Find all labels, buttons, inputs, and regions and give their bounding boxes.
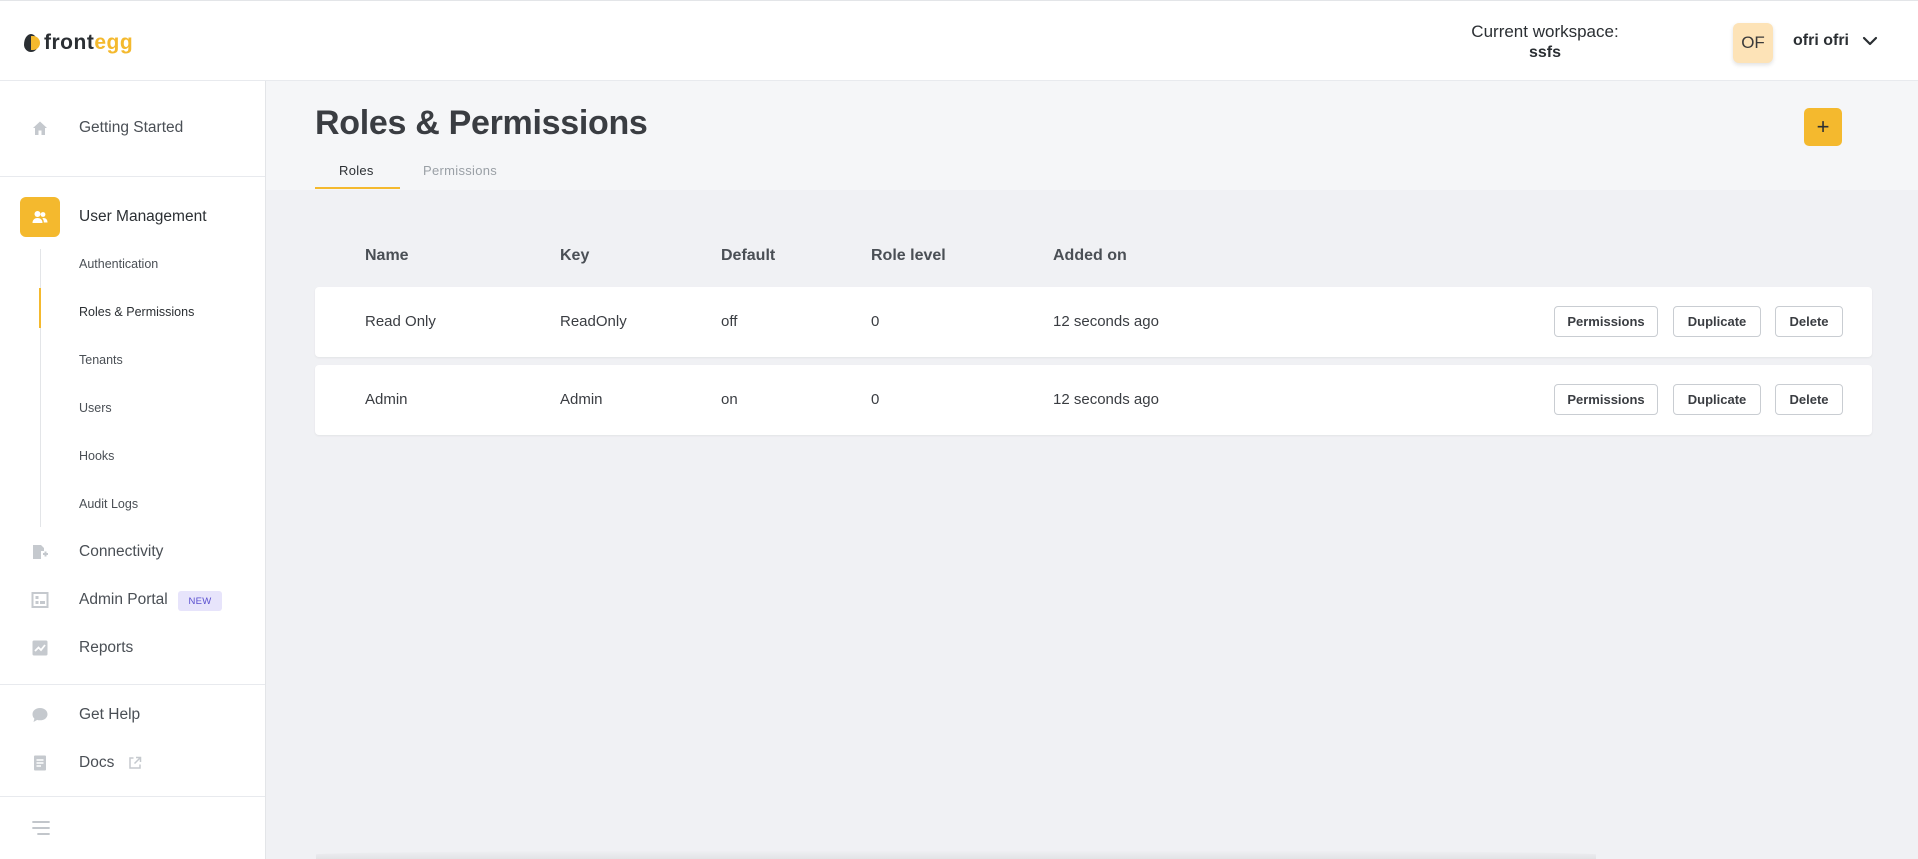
sidebar-item-label: Get Help — [79, 706, 141, 723]
reports-icon — [32, 640, 48, 656]
sidebar-item-getting-started[interactable]: Getting Started — [0, 108, 265, 148]
chat-bubble-icon — [32, 708, 48, 722]
cell-name: Admin — [365, 391, 408, 408]
delete-button[interactable]: Delete — [1775, 384, 1843, 415]
sidebar-subitem-authentication[interactable]: Authentication — [79, 257, 158, 271]
external-link-icon — [129, 756, 142, 769]
tab-roles[interactable]: Roles — [339, 163, 374, 178]
sidebar-item-label: Admin Portal — [79, 591, 168, 608]
duplicate-button[interactable]: Duplicate — [1673, 384, 1761, 415]
sidebar-item-docs[interactable]: Docs — [0, 743, 265, 783]
admin-portal-icon — [31, 592, 49, 608]
sidebar-item-label: Connectivity — [79, 543, 164, 560]
current-workspace[interactable]: Current workspace: ssfs — [1440, 21, 1650, 63]
sidebar-item-reports[interactable]: Reports — [0, 628, 265, 668]
cell-key: Admin — [560, 391, 603, 408]
users-icon — [20, 197, 60, 237]
cell-added-on: 12 seconds ago — [1053, 391, 1159, 408]
cell-role-level: 0 — [871, 313, 880, 330]
sidebar-subitem-audit-logs[interactable]: Audit Logs — [79, 497, 138, 511]
column-header-default[interactable]: Default — [721, 247, 775, 265]
new-badge: NEW — [178, 591, 222, 611]
sidebar-item-label: Reports — [79, 639, 134, 656]
username[interactable]: ofri ofri — [1793, 32, 1849, 50]
permissions-button[interactable]: Permissions — [1554, 384, 1658, 415]
cell-role-level: 0 — [871, 391, 880, 408]
cell-added-on: 12 seconds ago — [1053, 313, 1159, 330]
add-role-button[interactable]: + — [1804, 108, 1842, 146]
workspace-label: Current workspace: — [1471, 22, 1619, 41]
document-icon — [34, 755, 46, 771]
logo-text: frontegg — [44, 31, 134, 54]
connectivity-icon — [33, 545, 48, 559]
sidebar-item-user-management[interactable]: User Management — [0, 197, 265, 237]
sidebar-item-label: Getting Started — [79, 119, 184, 136]
column-header-key[interactable]: Key — [560, 247, 589, 265]
sidebar-subitem-hooks[interactable]: Hooks — [79, 449, 114, 463]
page-title: Roles & Permissions — [315, 104, 648, 142]
column-header-role-level[interactable]: Role level — [871, 247, 946, 265]
column-header-added-on[interactable]: Added on — [1053, 247, 1127, 265]
sidebar-subitem-users[interactable]: Users — [79, 401, 112, 415]
table-row[interactable]: Read Only ReadOnly off 0 12 seconds ago … — [315, 287, 1872, 357]
collapse-menu-icon[interactable] — [31, 819, 51, 837]
sidebar: Getting Started User Management Authenti… — [0, 81, 266, 859]
logo-icon — [22, 32, 42, 54]
sidebar-item-label: User Management — [79, 208, 207, 225]
active-tab-indicator — [315, 187, 400, 189]
column-header-name[interactable]: Name — [365, 247, 409, 265]
submenu-active-indicator — [39, 288, 41, 328]
cell-key: ReadOnly — [560, 313, 627, 330]
sidebar-item-connectivity[interactable]: Connectivity — [0, 532, 265, 572]
divider — [0, 684, 265, 685]
top-header: frontegg Current workspace: ssfs OF ofri… — [0, 0, 1918, 81]
divider — [0, 796, 265, 797]
avatar[interactable]: OF — [1733, 23, 1773, 63]
scroll-shadow — [316, 850, 1596, 859]
frontegg-logo[interactable]: frontegg — [22, 31, 133, 55]
cell-default: off — [721, 313, 738, 330]
sidebar-item-admin-portal[interactable]: Admin Portal — [0, 580, 265, 620]
tab-permissions[interactable]: Permissions — [423, 163, 497, 178]
workspace-name: ssfs — [1528, 44, 1562, 61]
sidebar-subitem-roles-permissions[interactable]: Roles & Permissions — [79, 305, 194, 319]
home-icon — [33, 121, 47, 135]
cell-default: on — [721, 391, 738, 408]
divider — [0, 176, 265, 177]
duplicate-button[interactable]: Duplicate — [1673, 306, 1761, 337]
delete-button[interactable]: Delete — [1775, 306, 1843, 337]
cell-name: Read Only — [365, 313, 436, 330]
sidebar-item-get-help[interactable]: Get Help — [0, 695, 265, 735]
permissions-button[interactable]: Permissions — [1554, 306, 1658, 337]
sidebar-subitem-tenants[interactable]: Tenants — [79, 353, 123, 367]
table-row[interactable]: Admin Admin on 0 12 seconds ago Permissi… — [315, 365, 1872, 435]
sidebar-item-label: Docs — [79, 754, 115, 771]
chevron-down-icon[interactable] — [1860, 31, 1880, 51]
